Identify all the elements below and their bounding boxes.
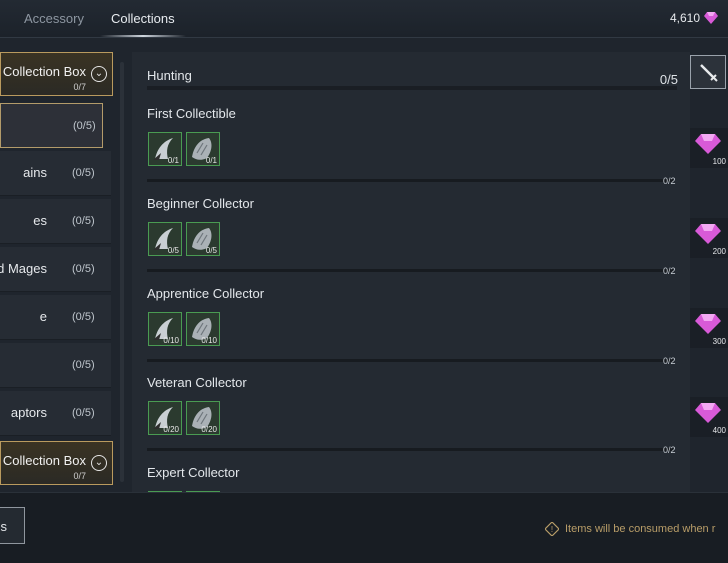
slot-count: 0/1 bbox=[167, 156, 179, 165]
slot-count: 0/20 bbox=[163, 425, 179, 434]
collection-entry: Veteran Collector 0/20 0/20 0/2 400 bbox=[132, 375, 728, 465]
collection-entry: Beginner Collector 0/5 0/5 0/2 200 bbox=[132, 196, 728, 286]
reward-gem[interactable]: 100 bbox=[690, 128, 728, 168]
consume-notice-text: Items will be consumed when r bbox=[565, 523, 716, 535]
reward-gem[interactable]: 300 bbox=[690, 308, 728, 348]
entry-name: Expert Collector bbox=[147, 465, 240, 480]
sidebar-item-count: (0/5) bbox=[73, 120, 96, 132]
svg-text:!: ! bbox=[551, 525, 553, 534]
sidebar-item-count: (0/5) bbox=[72, 167, 95, 179]
gem-icon bbox=[695, 403, 721, 423]
gem-icon bbox=[704, 12, 718, 24]
entry-progress-bar bbox=[147, 179, 673, 182]
sidebar-item-2[interactable]: ains (0/5) bbox=[0, 151, 111, 196]
sidebar-scrollbar[interactable] bbox=[120, 62, 124, 482]
tab-accessory[interactable]: Accessory bbox=[24, 11, 84, 26]
item-slot[interactable]: 0/5 bbox=[186, 222, 220, 256]
item-slot[interactable]: 0/20 bbox=[186, 401, 220, 435]
gem-icon bbox=[695, 134, 721, 154]
entry-name: Apprentice Collector bbox=[147, 286, 265, 301]
gem-icon bbox=[695, 224, 721, 244]
reward-gem[interactable]: 400 bbox=[690, 397, 728, 437]
sidebar-item-count: (0/5) bbox=[72, 215, 95, 227]
collection-entry: Expert Collector bbox=[132, 465, 728, 492]
currency-display: 4,610 bbox=[670, 11, 718, 25]
sidebar-item-count: (0/5) bbox=[72, 359, 95, 371]
slot-count: 0/10 bbox=[163, 336, 179, 345]
collection-box-count: 0/7 bbox=[73, 471, 86, 481]
item-slot[interactable]: 0/10 bbox=[186, 312, 220, 346]
item-slot[interactable]: 0/10 bbox=[148, 312, 182, 346]
sidebar-item-1[interactable]: (0/5) bbox=[0, 103, 103, 148]
entry-progress-bar bbox=[147, 448, 673, 451]
footer-bar: s ! Items will be consumed when r bbox=[0, 492, 728, 563]
collection-box-header[interactable]: Collection Box 0/7 ⌄ bbox=[0, 52, 113, 96]
entry-progress-count: 0/2 bbox=[663, 266, 676, 276]
sidebar-item-count: (0/5) bbox=[72, 311, 95, 323]
entry-progress-count: 0/2 bbox=[663, 176, 676, 186]
slot-count: 0/20 bbox=[201, 425, 217, 434]
entry-name: Veteran Collector bbox=[147, 375, 247, 390]
currency-amount: 4,610 bbox=[669, 11, 700, 25]
entry-progress-count: 0/2 bbox=[663, 356, 676, 366]
reward-gem[interactable]: 200 bbox=[690, 218, 728, 258]
sidebar-item-7[interactable]: aptors (0/5) bbox=[0, 391, 111, 436]
item-slot[interactable]: 0/1 bbox=[148, 132, 182, 166]
category-progress-bar bbox=[147, 86, 677, 90]
collection-entry: First Collectible 0/1 0/1 0/2 100 bbox=[132, 106, 728, 196]
sword-icon bbox=[700, 64, 718, 82]
reward-amount: 200 bbox=[712, 247, 726, 256]
entry-progress-count: 0/2 bbox=[663, 445, 676, 455]
collection-box-title: Collection Box bbox=[2, 64, 86, 79]
active-tab-indicator bbox=[100, 35, 186, 37]
tab-collections[interactable]: Collections bbox=[111, 11, 175, 26]
entry-progress-bar bbox=[147, 269, 673, 272]
item-slot[interactable]: 0/1 bbox=[186, 132, 220, 166]
footer-button[interactable]: s bbox=[0, 507, 25, 544]
top-bar: Accessory Collections 4,610 bbox=[0, 0, 728, 38]
consume-notice: ! Items will be consumed when r bbox=[545, 522, 715, 536]
collection-box-title: Collection Box bbox=[2, 453, 86, 468]
reward-amount: 100 bbox=[712, 157, 726, 166]
collection-sidebar: Collection Box 0/7 ⌄ (0/5) ains (0/5) es… bbox=[0, 52, 114, 492]
slot-count: 0/5 bbox=[205, 246, 217, 255]
sidebar-item-3[interactable]: es (0/5) bbox=[0, 199, 111, 244]
sword-button[interactable] bbox=[690, 55, 726, 89]
sidebar-item-6[interactable]: (0/5) bbox=[0, 343, 111, 388]
collection-entry: Apprentice Collector 0/10 0/10 0/2 300 bbox=[132, 286, 728, 376]
sidebar-item-label: d Mages bbox=[0, 261, 47, 276]
collection-box-count: 0/7 bbox=[73, 82, 86, 92]
sidebar-item-5[interactable]: e (0/5) bbox=[0, 295, 111, 340]
sidebar-item-label: aptors bbox=[10, 405, 47, 420]
slot-count: 0/1 bbox=[205, 156, 217, 165]
reward-amount: 300 bbox=[712, 337, 726, 346]
sidebar-item-count: (0/5) bbox=[72, 263, 95, 275]
collection-box-header-2[interactable]: Collection Box 0/7 ⌄ bbox=[0, 441, 113, 485]
warning-icon: ! bbox=[545, 522, 559, 536]
footer-button-label: s bbox=[0, 519, 8, 534]
gem-icon bbox=[695, 314, 721, 334]
item-slot[interactable]: 0/20 bbox=[148, 401, 182, 435]
category-count: 0/5 bbox=[659, 72, 678, 87]
slot-count: 0/10 bbox=[201, 336, 217, 345]
item-slot[interactable]: 0/5 bbox=[148, 222, 182, 256]
sidebar-item-label: ains bbox=[23, 165, 47, 180]
reward-amount: 400 bbox=[712, 426, 726, 435]
entry-progress-bar bbox=[147, 359, 673, 362]
sidebar-item-label: e bbox=[39, 309, 47, 324]
sidebar-item-count: (0/5) bbox=[72, 407, 95, 419]
category-title: Hunting bbox=[147, 68, 192, 83]
slot-count: 0/5 bbox=[167, 246, 179, 255]
chevron-down-icon[interactable]: ⌄ bbox=[91, 455, 107, 471]
entry-name: First Collectible bbox=[147, 106, 236, 121]
sidebar-item-4[interactable]: d Mages (0/5) bbox=[0, 247, 111, 292]
entry-name: Beginner Collector bbox=[147, 196, 254, 211]
sidebar-item-label: es bbox=[33, 213, 47, 228]
chevron-down-icon[interactable]: ⌄ bbox=[91, 66, 107, 82]
